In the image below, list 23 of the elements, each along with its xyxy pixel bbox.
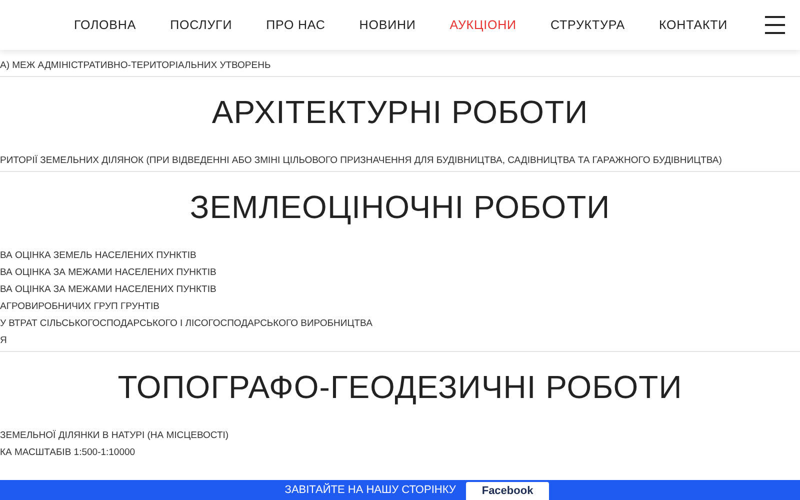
menu-icon[interactable]: [764, 16, 785, 34]
service-item: РИТОРІЇ ЗЕМЕЛЬНИХ ДІЛЯНОК (ПРИ ВІДВЕДЕННІ АБО ЗМІНІ ЦІЛЬОВОГО ПРИЗНАЧЕННЯ ДЛЯ БУДІВНИЦТВА, САДІВНИЦТВА ТА ГАРАЖНОГО БУДІВНИЦТВА): [0, 154, 723, 168]
service-item: ВА ОЦІНКА ЗЕМЕЛЬ НАСЕЛЕНИХ ПУНКТІВ: [0, 249, 198, 263]
service-item: У ВТРАТ СІЛЬСЬКОГОСПОДАРСЬКОГО І ЛІСОГОСПОДАРСЬКОГО ВИРОБНИЦТВА: [0, 317, 374, 331]
service-item: ВА ОЦІНКА ЗА МЕЖАМИ НАСЕЛЕНИХ ПУНКТІВ: [0, 283, 218, 297]
nav-link[interactable]: ГОЛОВНА: [57, 0, 154, 50]
service-item: ВА ОЦІНКА ЗА МЕЖАМИ НАСЕЛЕНИХ ПУНКТІВ: [0, 266, 218, 280]
service-item: АГРОВИРОБНИЧИХ ГРУП ГРУНТІВ: [0, 300, 160, 314]
section-heading: ЗЕМЛЕОЦІНОЧНІ РОБОТИ: [188, 188, 612, 227]
service-item: КА МАСШТАБІВ 1:500-1:10000: [0, 446, 136, 460]
nav-link[interactable]: ПРО НАС: [249, 0, 342, 50]
section-heading: ТОПОГРАФО-ГЕОДЕЗИЧНІ РОБОТИ: [116, 368, 684, 407]
nav-link[interactable]: КОНТАКТИ: [642, 0, 745, 50]
nav-link[interactable]: СТРУКТУРА: [533, 0, 642, 50]
service-item: Я: [0, 334, 8, 348]
nav-link[interactable]: НОВИНИ: [342, 0, 433, 50]
nav-link[interactable]: АУКЦІОНИ: [432, 0, 534, 50]
nav-link[interactable]: ПОСЛУГИ: [153, 0, 250, 50]
service-item: А) МЕЖ АДМІНІСТРАТИВНО-ТЕРИТОРІАЛЬНИХ УТВОРЕНЬ: [0, 59, 272, 73]
facebook-button[interactable]: Facebook: [466, 482, 550, 500]
service-item: ЗЕМЕЛЬНОЇ ДІЛЯНКИ В НАТУРІ (НА МІСЦЕВОСТІ): [0, 429, 230, 443]
section-heading: АРХІТЕКТУРНІ РОБОТИ: [210, 93, 590, 132]
banner-text: ЗАВІТАЙТЕ НА НАШУ СТОРІНКУ: [284, 482, 456, 498]
